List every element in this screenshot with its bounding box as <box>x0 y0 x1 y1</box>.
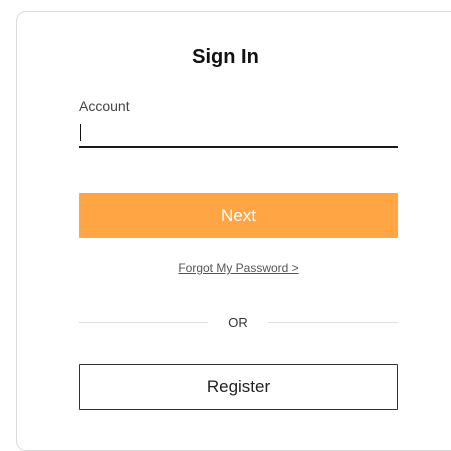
register-button[interactable]: Register <box>79 364 398 410</box>
divider-or-text: OR <box>228 315 248 330</box>
divider-right-line <box>268 322 398 323</box>
account-label: Account <box>79 98 130 114</box>
text-caret <box>80 124 81 141</box>
sign-in-title: Sign In <box>192 46 259 68</box>
account-input[interactable] <box>79 118 398 148</box>
divider-left-line <box>79 322 208 323</box>
next-button[interactable]: Next <box>79 193 398 238</box>
forgot-password-link[interactable]: Forgot My Password > <box>0 261 451 275</box>
